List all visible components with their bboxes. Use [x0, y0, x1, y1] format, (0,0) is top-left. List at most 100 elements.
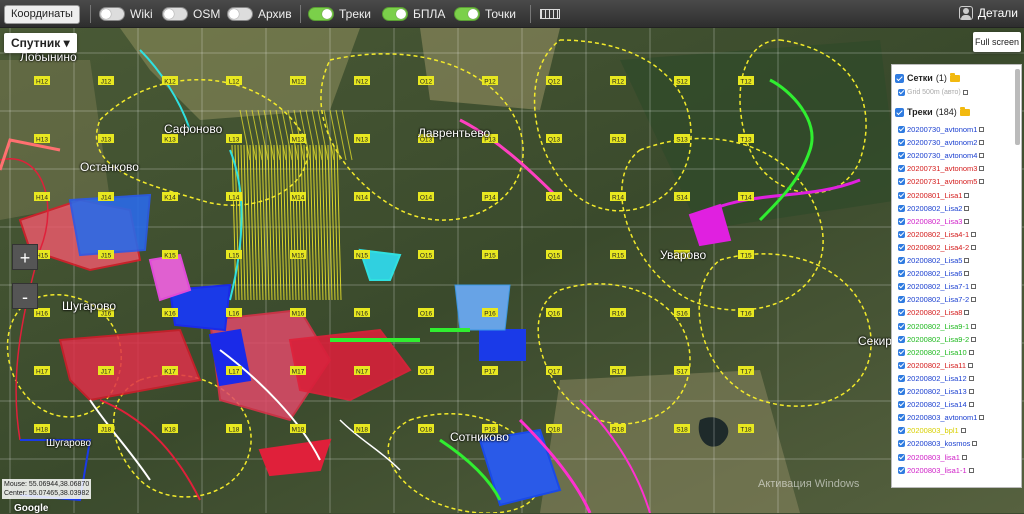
- track-item[interactable]: 20200803_kosmos: [898, 439, 978, 448]
- zoom-out-button[interactable]: -: [12, 283, 38, 309]
- track-checkbox[interactable]: [898, 165, 905, 173]
- link-icon[interactable]: [968, 389, 974, 394]
- link-icon[interactable]: [971, 336, 977, 342]
- track-checkbox[interactable]: [898, 401, 905, 409]
- track-item[interactable]: 20200802_Lisa12: [898, 374, 974, 383]
- track-item[interactable]: 20200802_Lisa3: [898, 217, 970, 226]
- track-checkbox[interactable]: [898, 178, 905, 186]
- grid-item[interactable]: Grid 500m (авто): [898, 89, 968, 96]
- link-icon[interactable]: [979, 127, 985, 132]
- link-icon[interactable]: [972, 441, 978, 447]
- uav-toggle[interactable]: БПЛА: [382, 6, 445, 22]
- fullscreen-button[interactable]: Full screen: [973, 32, 1021, 52]
- track-item[interactable]: 20200801_Lisa1: [898, 191, 970, 200]
- zoom-in-button[interactable]: +: [12, 244, 38, 270]
- link-icon[interactable]: [962, 90, 968, 95]
- link-icon[interactable]: [964, 271, 970, 277]
- link-icon[interactable]: [964, 205, 970, 211]
- folder-icon[interactable]: [949, 72, 960, 82]
- link-icon[interactable]: [979, 166, 985, 172]
- track-checkbox[interactable]: [898, 257, 905, 264]
- track-item[interactable]: 20200802_Lisa9-1: [898, 322, 977, 331]
- track-checkbox[interactable]: [898, 427, 905, 435]
- track-item[interactable]: 20200802_Lisa4-2: [898, 243, 977, 252]
- link-icon[interactable]: [971, 284, 977, 290]
- track-checkbox[interactable]: [898, 204, 905, 212]
- archive-toggle[interactable]: Архив: [227, 6, 292, 22]
- track-checkbox[interactable]: [898, 152, 905, 160]
- track-checkbox[interactable]: [898, 388, 905, 395]
- track-checkbox[interactable]: [898, 230, 905, 238]
- link-icon[interactable]: [964, 218, 970, 224]
- folder-icon[interactable]: [959, 106, 970, 116]
- wiki-toggle[interactable]: Wiki: [99, 6, 153, 22]
- link-icon[interactable]: [968, 375, 974, 381]
- track-item[interactable]: 20200802_Lisa6: [898, 269, 970, 278]
- link-icon[interactable]: [979, 415, 985, 421]
- ruler-icon[interactable]: [540, 9, 560, 19]
- tracks-checkbox[interactable]: [895, 107, 904, 117]
- track-checkbox[interactable]: [898, 414, 905, 422]
- map-type-select[interactable]: Спутник ▾: [4, 33, 77, 53]
- panel-scrollbar[interactable]: [1015, 69, 1020, 145]
- link-icon[interactable]: [968, 402, 974, 408]
- track-item[interactable]: 20200802_Lisa11: [898, 361, 974, 370]
- link-icon[interactable]: [968, 467, 974, 473]
- link-icon[interactable]: [971, 231, 977, 237]
- toggle-switch[interactable]: [99, 7, 125, 21]
- track-checkbox[interactable]: [898, 243, 905, 251]
- track-item[interactable]: 20200802_Lisa10: [898, 348, 974, 357]
- link-icon[interactable]: [964, 258, 970, 263]
- link-icon[interactable]: [960, 428, 966, 434]
- link-icon[interactable]: [971, 297, 977, 303]
- track-item[interactable]: 20200802_Lisa2: [898, 204, 970, 213]
- link-icon[interactable]: [964, 192, 970, 198]
- link-icon[interactable]: [968, 362, 974, 368]
- osm-toggle[interactable]: OSM: [162, 6, 220, 22]
- track-item[interactable]: 20200803_lisa1: [898, 453, 967, 462]
- track-item[interactable]: 20200731_avtonom3: [898, 164, 985, 173]
- track-checkbox[interactable]: [898, 270, 905, 278]
- track-checkbox[interactable]: [898, 374, 905, 382]
- track-checkbox[interactable]: [898, 335, 905, 343]
- track-item[interactable]: 20200802_Lisa7-1: [898, 282, 977, 291]
- track-item[interactable]: 20200730_avtonom2: [898, 138, 985, 147]
- track-item[interactable]: 20200802_Lisa7-2: [898, 295, 977, 304]
- track-item[interactable]: 20200803_lisa1-1: [898, 466, 974, 475]
- points-toggle[interactable]: Точки: [454, 6, 516, 22]
- link-icon[interactable]: [961, 454, 967, 460]
- track-checkbox[interactable]: [898, 126, 905, 133]
- toggle-switch[interactable]: [382, 7, 408, 21]
- track-item[interactable]: 20200802_Lisa13: [898, 387, 974, 396]
- track-item[interactable]: 20200730_avtonom1: [898, 125, 985, 134]
- details-button[interactable]: Детали: [958, 6, 1018, 20]
- link-icon[interactable]: [968, 349, 974, 355]
- grid-item-checkbox[interactable]: [898, 89, 905, 96]
- track-item[interactable]: 20200730_avtonom4: [898, 151, 985, 160]
- track-item[interactable]: 20200802_Lisa4-1: [898, 230, 977, 239]
- tracks-toggle[interactable]: Треки: [308, 6, 371, 22]
- link-icon[interactable]: [979, 179, 985, 185]
- track-checkbox[interactable]: [898, 466, 905, 474]
- toggle-switch[interactable]: [454, 7, 480, 21]
- link-icon[interactable]: [971, 244, 977, 250]
- tracks-group[interactable]: Треки (184): [895, 106, 970, 117]
- track-checkbox[interactable]: [898, 139, 905, 147]
- track-checkbox[interactable]: [898, 322, 905, 330]
- track-checkbox[interactable]: [898, 191, 905, 199]
- track-checkbox[interactable]: [898, 348, 905, 356]
- link-icon[interactable]: [979, 153, 985, 159]
- toggle-switch[interactable]: [162, 7, 188, 21]
- track-item[interactable]: 20200803_avtonom1: [898, 413, 985, 422]
- toggle-switch[interactable]: [227, 7, 253, 21]
- track-item[interactable]: 20200731_avtonom5: [898, 177, 985, 186]
- track-item[interactable]: 20200802_Lisa9-2: [898, 335, 977, 344]
- coordinates-button[interactable]: Координаты: [4, 5, 80, 24]
- toggle-switch[interactable]: [308, 7, 334, 21]
- track-checkbox[interactable]: [898, 361, 905, 369]
- map-canvas[interactable]: H12 J12 K12 L12 M12 N12 O12 P12 Q12 R12 S12 T12 H13 J…: [0, 28, 1024, 513]
- track-item[interactable]: 20200802_Lisa5: [898, 256, 970, 265]
- track-checkbox[interactable]: [898, 440, 905, 448]
- track-checkbox[interactable]: [898, 217, 905, 225]
- track-item[interactable]: 20200802_Lisa14: [898, 400, 974, 409]
